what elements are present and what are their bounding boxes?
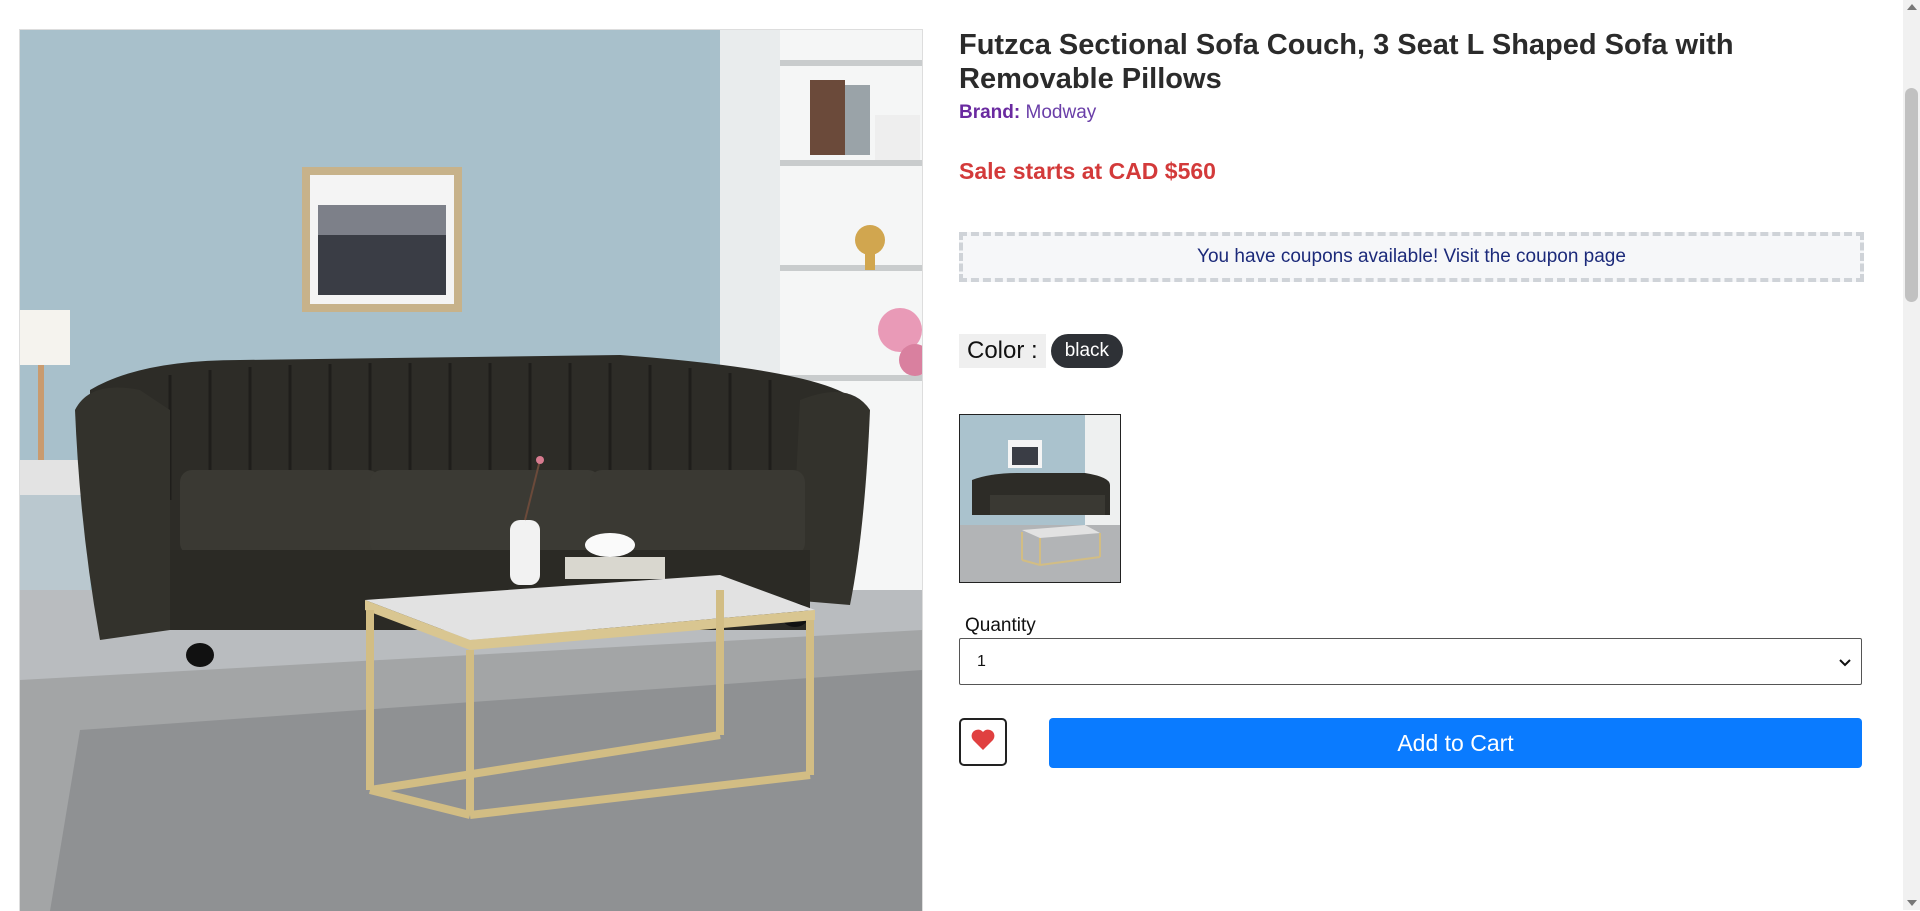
sofa-room-illustration <box>20 30 922 911</box>
color-row: Color : black <box>959 334 1124 368</box>
scrollbar-thumb[interactable] <box>1905 88 1918 302</box>
scroll-up-arrow-icon[interactable] <box>1907 4 1917 10</box>
variant-thumbnail[interactable] <box>959 414 1121 583</box>
chevron-down-icon <box>1839 654 1851 670</box>
product-title: Futzca Sectional Sofa Couch, 3 Seat L Sh… <box>959 29 1734 95</box>
product-main-image <box>19 29 923 911</box>
color-option-black[interactable]: black <box>1050 334 1124 368</box>
brand-link[interactable]: Modway <box>1026 102 1097 123</box>
wishlist-button[interactable] <box>959 718 1007 766</box>
page-scrollbar[interactable] <box>1903 0 1920 910</box>
thumbnail-image <box>960 415 1120 582</box>
quantity-select[interactable]: 1 <box>959 638 1862 685</box>
color-label: Color : <box>959 334 1046 368</box>
brand-label: Brand: <box>959 102 1021 123</box>
add-to-cart-button[interactable]: Add to Cart <box>1049 718 1862 768</box>
heart-icon <box>970 728 996 757</box>
scroll-down-arrow-icon[interactable] <box>1907 900 1917 906</box>
quantity-label: Quantity <box>965 615 1036 636</box>
coupon-banner[interactable]: You have coupons available! Visit the co… <box>959 232 1864 282</box>
sale-price: Sale starts at CAD $560 <box>959 158 1216 184</box>
quantity-selected-value: 1 <box>977 652 986 670</box>
brand-row: Brand: Modway <box>959 102 1096 124</box>
coupon-text: You have coupons available! Visit the co… <box>1197 246 1626 267</box>
